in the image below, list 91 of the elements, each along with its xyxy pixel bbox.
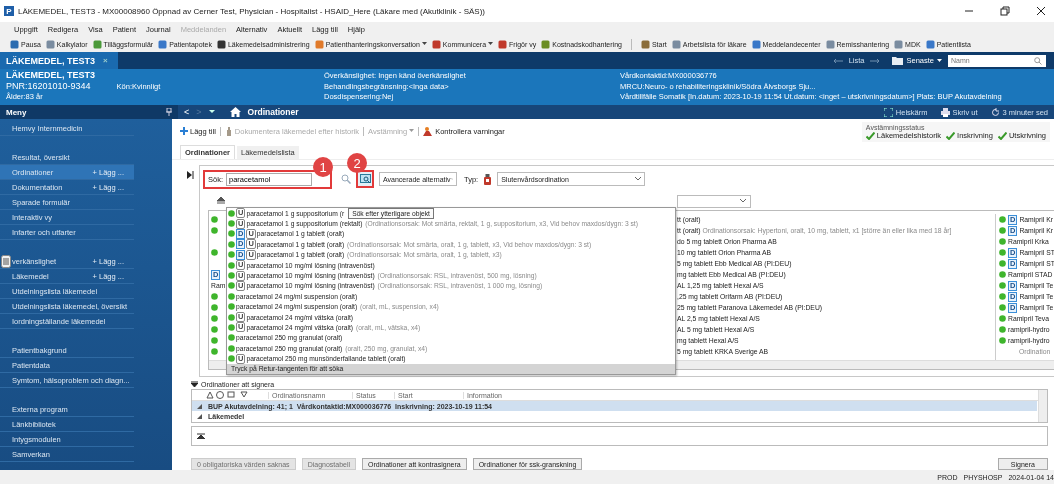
square-icon	[640, 39, 650, 49]
vertical-scrollbar[interactable]	[1038, 390, 1047, 422]
status-dot-icon	[999, 271, 1006, 278]
status-dot-icon	[999, 238, 1006, 245]
column-icons-drawing	[206, 390, 250, 399]
status-dot-icon	[999, 304, 1006, 311]
status-dot-icon	[228, 230, 235, 238]
page-title: Ordinationer	[247, 107, 299, 117]
refresh-icon	[990, 107, 1000, 117]
square-icon	[45, 39, 55, 49]
status-dot-icon	[228, 292, 235, 300]
status-dot-icon	[228, 251, 235, 259]
patient-tab[interactable]: LÄKEMEDEL, TEST3 ×	[0, 52, 118, 69]
status-dot-icon	[211, 216, 218, 223]
status-dot-icon	[211, 304, 218, 311]
expand-icon	[883, 107, 893, 117]
restore-icon[interactable]	[1000, 6, 1010, 16]
status-dot-icon	[228, 209, 235, 217]
patient-name: LÄKEMEDEL, TEST3	[6, 70, 96, 81]
expand-up-icon[interactable]	[197, 433, 205, 439]
square-icon	[314, 39, 324, 49]
square-icon	[92, 39, 102, 49]
status-dot-icon	[999, 337, 1006, 344]
bottle-icon	[483, 173, 493, 185]
status-dot-icon	[211, 315, 218, 322]
search-more-button[interactable]	[356, 170, 374, 188]
status-dot-icon	[228, 272, 235, 280]
status-dot-icon	[228, 334, 235, 342]
caret-icon[interactable]	[208, 110, 215, 114]
back-button[interactable]: <	[184, 107, 190, 117]
window-title: LÄKEMEDEL, TEST3 - MX00008960 Öppnad av Cerner Test, Physician - Hospitalist - HSAID_Here (Läkare med (Akutklinik - SÄS))	[18, 6, 485, 16]
callout-number: 2	[347, 153, 367, 173]
square-icon	[498, 39, 508, 49]
person-warning-icon	[423, 126, 434, 136]
search-window-icon	[359, 174, 371, 184]
status-dot-icon	[211, 293, 218, 300]
status-dot-icon	[999, 249, 1006, 256]
status-dot-icon	[211, 249, 218, 256]
search-icon	[1034, 56, 1042, 65]
status-dot-icon	[211, 348, 218, 355]
square-icon	[894, 39, 904, 49]
note-field[interactable]	[191, 426, 1048, 446]
status-dot-icon	[228, 344, 235, 352]
menu-title: Meny	[6, 107, 27, 117]
chevron-down-icon	[450, 177, 453, 181]
collapse-panel-icon[interactable]	[187, 171, 194, 179]
status-dot-icon	[999, 315, 1006, 322]
callout-number: 1	[313, 157, 333, 177]
right-arrow-icon[interactable]	[870, 57, 881, 64]
square-icon	[541, 39, 551, 49]
caret-icon	[937, 58, 942, 63]
square-icon	[431, 39, 441, 49]
home-icon[interactable]	[229, 107, 241, 117]
status-dot-icon	[228, 355, 235, 363]
plus-icon	[180, 127, 188, 135]
square-icon	[925, 39, 935, 49]
square-icon	[751, 39, 761, 49]
status-dot-icon	[228, 240, 235, 248]
status-dot-icon	[228, 313, 235, 321]
square-icon	[671, 39, 681, 49]
square-icon	[825, 39, 835, 49]
pin-icon[interactable]	[166, 108, 172, 116]
square-icon	[10, 39, 19, 49]
status-dot-icon	[999, 260, 1006, 267]
status-dot-icon	[999, 216, 1006, 223]
printer-icon	[940, 107, 950, 117]
status-dot-icon	[228, 282, 235, 290]
patient-id: PNR:16201010-9344	[6, 81, 91, 92]
status-dot-icon	[999, 326, 1006, 333]
status-dot-icon	[999, 227, 1006, 234]
status-dot-icon	[211, 326, 218, 333]
status-dot-icon	[999, 282, 1006, 289]
square-icon	[158, 39, 168, 49]
chevron-down-icon	[740, 199, 746, 203]
chevron-down-icon	[635, 177, 642, 181]
square-icon	[216, 39, 226, 49]
left-arrow-icon[interactable]	[832, 57, 843, 64]
status-dot-icon	[211, 227, 218, 234]
status-dot-icon	[228, 220, 235, 228]
sort-icon[interactable]	[217, 197, 225, 205]
close-icon[interactable]	[1036, 6, 1046, 16]
status-dot-icon	[228, 324, 235, 331]
caret-icon	[409, 129, 415, 133]
collapse-icon[interactable]	[191, 381, 198, 387]
status-dot-icon	[228, 303, 235, 311]
folder-icon	[892, 56, 904, 65]
grip-handle-icon[interactable]	[1, 255, 11, 268]
app-logo: P	[4, 6, 14, 16]
status-dot-icon	[211, 337, 218, 344]
status-dot-icon	[228, 261, 235, 269]
status-dot-icon	[999, 293, 1006, 300]
